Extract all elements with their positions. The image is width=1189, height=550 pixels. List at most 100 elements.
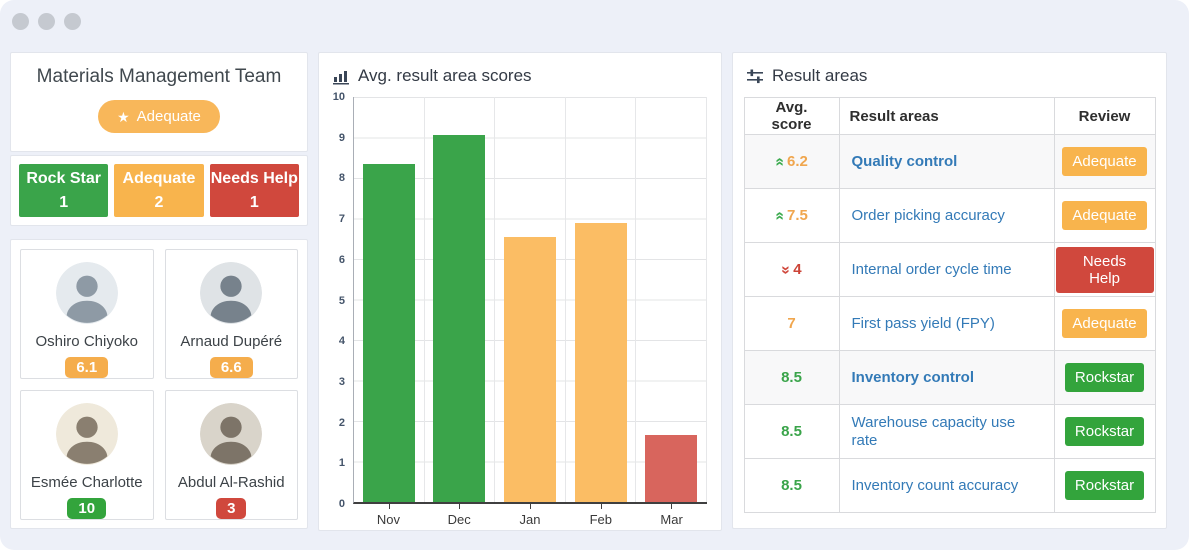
bar[interactable] <box>433 135 486 502</box>
chart-panel: Avg. result area scores 10 9 8 7 6 5 4 3… <box>318 52 722 531</box>
member-score-badge: 6.1 <box>65 357 109 378</box>
column-header-review[interactable]: Review <box>1053 97 1156 135</box>
bar[interactable] <box>503 236 556 502</box>
x-axis-labels: Nov Dec Jan Feb Mar <box>353 512 707 527</box>
review-badge: Adequate <box>1062 309 1147 338</box>
sliders-icon <box>747 69 763 83</box>
window-dot[interactable] <box>64 13 81 30</box>
table-row[interactable]: 4 Internal order cycle time Needs Help <box>743 242 1156 297</box>
result-area-link[interactable]: Inventory control <box>852 369 975 386</box>
review-badge: Rockstar <box>1064 363 1145 392</box>
result-area-link[interactable]: Inventory count accuracy <box>852 477 1019 494</box>
review-badge: Rockstar <box>1064 417 1145 446</box>
table-row[interactable]: 7.5 Order picking accuracy Adequate <box>743 188 1156 243</box>
y-tick: 8 <box>338 172 345 185</box>
chart-title: Avg. result area scores <box>358 66 532 85</box>
table-row[interactable]: 6.2 Quality control Adequate <box>743 134 1156 189</box>
avg-score: 6.2 <box>787 152 808 170</box>
column-header-result-areas[interactable]: Result areas <box>838 97 1055 135</box>
y-tick: 9 <box>338 131 345 144</box>
avatar <box>200 262 263 324</box>
stat-count: 1 <box>59 193 69 211</box>
team-header-panel: Materials Management Team ★ Adequate <box>10 52 308 152</box>
review-badge: Adequate <box>1062 201 1147 230</box>
avg-score: 8.5 <box>781 423 802 440</box>
column-header-avg-score[interactable]: Avg. score <box>743 97 840 135</box>
member-name: Oshiro Chiyoko <box>35 333 139 350</box>
y-tick: 3 <box>338 375 345 388</box>
avg-score: 8.5 <box>781 369 802 386</box>
team-members-panel: Oshiro Chiyoko 6.1 Arnaud Dupéré 6.6 Esm… <box>10 239 308 529</box>
stat-label: Adequate <box>122 170 196 188</box>
avg-score: 8.5 <box>781 477 802 494</box>
result-area-link[interactable]: Order picking accuracy <box>852 207 1005 224</box>
avatar <box>200 403 263 465</box>
table-row[interactable]: 8.5 Inventory control Rockstar <box>743 350 1156 405</box>
result-area-link[interactable]: Warehouse capacity use rate <box>852 414 1016 449</box>
avatar <box>55 403 118 465</box>
member-score-badge: 10 <box>67 498 107 519</box>
avg-score: 7.5 <box>787 206 808 224</box>
bar[interactable] <box>574 222 627 502</box>
member-score-badge: 6.6 <box>209 357 253 378</box>
y-tick: 2 <box>338 416 345 429</box>
stat-label: Needs Help <box>210 170 298 188</box>
y-tick: 10 <box>332 91 345 103</box>
plot-area <box>353 97 707 509</box>
stat-adequate: Adequate 2 <box>114 164 204 217</box>
bar-chart-icon <box>333 70 349 84</box>
member-card[interactable]: Esmée Charlotte 10 <box>20 390 154 520</box>
result-areas-table: Avg. score Result areas Review 6.2 Quali… <box>743 97 1156 513</box>
stat-label: Rock Star <box>26 170 102 188</box>
results-title: Result areas <box>772 66 868 85</box>
table-row[interactable]: 8.5 Warehouse capacity use rate Rockstar <box>743 404 1156 459</box>
member-name: Esmée Charlotte <box>30 474 143 491</box>
team-title: Materials Management Team <box>36 66 282 87</box>
stat-count: 1 <box>249 193 259 211</box>
x-tick: Nov <box>376 512 400 527</box>
y-tick: 7 <box>338 213 345 226</box>
member-card[interactable]: Abdul Al-Rashid 3 <box>164 390 298 520</box>
trend-up-icon <box>775 207 784 225</box>
team-review-label: Adequate <box>136 108 201 125</box>
x-tick: Dec <box>447 512 471 527</box>
table-row[interactable]: 8.5 Inventory count accuracy Rockstar <box>743 458 1156 513</box>
y-tick: 6 <box>338 253 345 266</box>
team-review-badge: ★ Adequate <box>98 100 220 133</box>
x-tick: Mar <box>660 512 683 527</box>
window-controls[interactable] <box>12 13 81 30</box>
star-icon: ★ <box>117 108 130 125</box>
trend-up-icon <box>775 153 784 171</box>
avatar <box>55 262 118 324</box>
result-area-link[interactable]: First pass yield (FPY) <box>852 315 995 332</box>
result-area-link[interactable]: Quality control <box>852 153 958 170</box>
bar[interactable] <box>645 435 698 502</box>
member-name: Abdul Al-Rashid <box>177 474 285 491</box>
review-badge: Rockstar <box>1064 471 1145 500</box>
stat-needs-help: Needs Help 1 <box>209 164 299 217</box>
table-row[interactable]: 7 First pass yield (FPY) Adequate <box>743 296 1156 351</box>
team-column: Materials Management Team ★ Adequate Roc… <box>10 52 308 529</box>
y-tick: 5 <box>338 294 345 307</box>
stat-count: 2 <box>154 193 164 211</box>
bar-chart: 10 9 8 7 6 5 4 3 2 1 0 Nov Dec Jan Feb M… <box>325 91 709 537</box>
trend-down-icon <box>781 261 790 279</box>
app-window: Materials Management Team ★ Adequate Roc… <box>0 0 1189 550</box>
results-panel: Result areas Avg. score Result areas Rev… <box>732 52 1167 529</box>
result-area-link[interactable]: Internal order cycle time <box>852 261 1012 278</box>
review-badge: Adequate <box>1062 147 1147 176</box>
member-score-badge: 3 <box>216 498 247 519</box>
y-axis: 10 9 8 7 6 5 4 3 2 1 0 <box>325 91 349 510</box>
avg-score: 7 <box>787 315 796 332</box>
member-card[interactable]: Oshiro Chiyoko 6.1 <box>20 249 154 379</box>
avg-score: 4 <box>793 260 802 278</box>
review-badge: Needs Help <box>1055 246 1154 293</box>
stat-rockstar: Rock Star 1 <box>19 164 109 217</box>
y-tick: 1 <box>338 457 345 470</box>
y-tick: 0 <box>338 498 345 510</box>
x-tick: Feb <box>589 512 612 527</box>
window-dot[interactable] <box>12 13 29 30</box>
member-card[interactable]: Arnaud Dupéré 6.6 <box>164 249 298 379</box>
bar[interactable] <box>362 163 415 502</box>
window-dot[interactable] <box>38 13 55 30</box>
